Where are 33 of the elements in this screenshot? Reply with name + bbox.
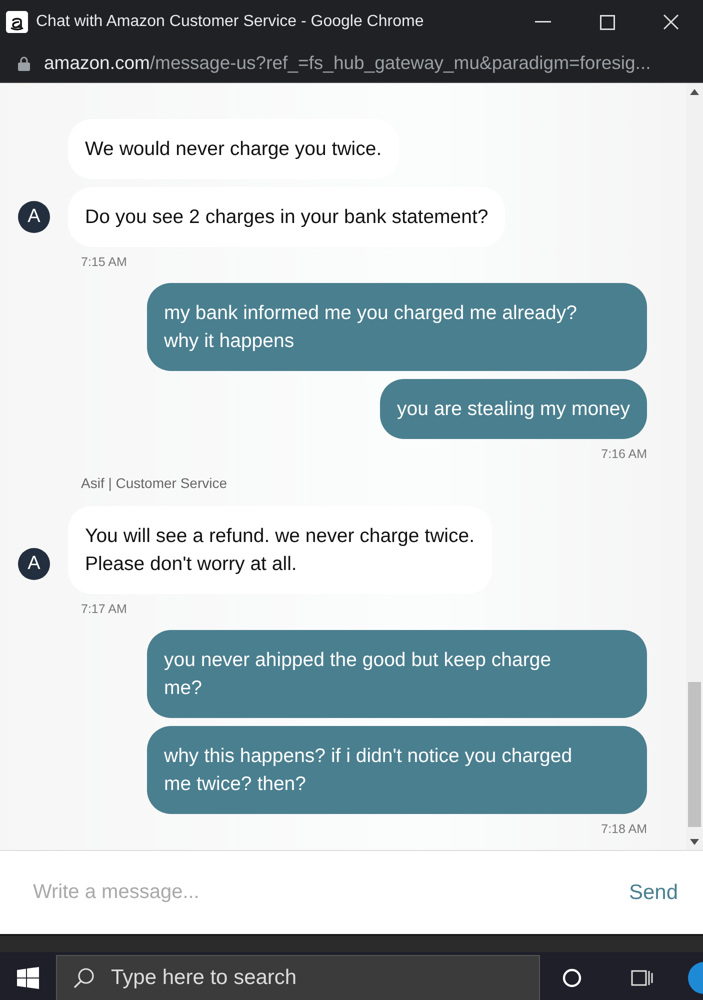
message-bubble: We would never charge you twice. <box>68 119 399 179</box>
search-input[interactable]: Type here to search <box>109 965 413 991</box>
circle-icon[interactable] <box>562 968 582 988</box>
message-bubble: you are stealing my money <box>380 379 647 439</box>
window-title: Chat with Amazon Customer Service - Google Chrome <box>36 13 425 31</box>
timestamp: 7:16 AM <box>601 447 647 461</box>
minimize-icon <box>535 21 551 23</box>
windows-icon[interactable] <box>17 967 39 989</box>
logo-icon <box>6 11 28 33</box>
message-bubble: you never ahipped the good but keep charge me? <box>147 630 647 718</box>
search-field[interactable]: Type here to search <box>56 955 540 1000</box>
sender-name: Asif | Customer Service <box>81 475 228 491</box>
message-field[interactable]: Write a message... <box>31 880 629 905</box>
scroll-up-icon[interactable] <box>690 88 699 94</box>
timestamp: 7:17 AM <box>81 602 128 616</box>
search-icon <box>73 967 95 989</box>
maximize-icon <box>600 14 614 30</box>
lock-icon <box>18 56 30 70</box>
message-bubble: You will see a refund. we never charge twice. Please don't worry at all. <box>68 506 492 594</box>
message-bubble: my bank informed me you charged me already? why it happens <box>147 283 647 371</box>
timestamp: 7:15 AM <box>81 255 128 269</box>
task-view-icon[interactable] <box>630 968 654 988</box>
avatar: A <box>18 548 50 580</box>
scroll-down-icon[interactable] <box>690 838 699 844</box>
scroll-thumb[interactable] <box>688 682 701 827</box>
send-button[interactable]: Send <box>628 876 678 908</box>
timestamp: 7:18 AM <box>601 822 647 836</box>
message-bubble: why this happens? if i didn't notice you charged me twice? then? <box>147 726 647 814</box>
message-bubble: Do you see 2 charges in your bank statement? <box>68 187 506 247</box>
avatar: A <box>18 201 50 233</box>
browser-icon[interactable] <box>687 961 703 995</box>
scrollbar[interactable] <box>686 83 703 850</box>
close-icon <box>663 14 679 30</box>
